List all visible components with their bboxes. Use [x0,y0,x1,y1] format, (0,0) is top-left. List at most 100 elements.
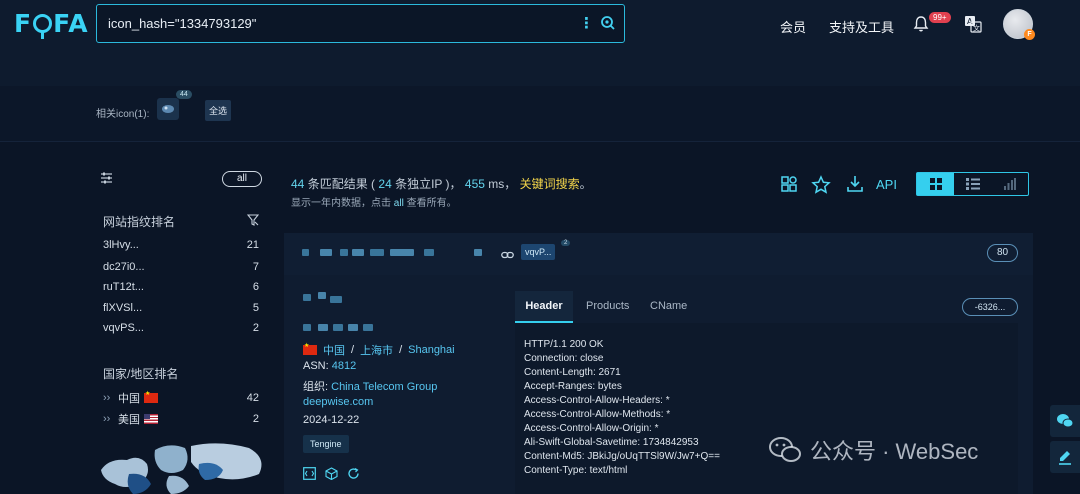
notification-badge: 99+ [929,12,951,23]
fingerprint-count: 5 [252,302,259,314]
result-subtitle: 显示一年内数据，点击 all 查看所有。 [291,194,457,209]
org-link[interactable]: China Telecom Group [331,381,437,393]
world-map[interactable] [99,440,269,494]
fingerprint-tag[interactable]: vqvP... [521,244,556,260]
redacted-host [474,249,482,256]
fofa-logo[interactable]: F FA [14,9,89,39]
detail-tabs: Header Products CName [515,291,1018,323]
country-ranking-title: 国家/地区排名 [103,367,179,381]
redacted-title [348,324,358,331]
data-analysis-icon[interactable] [780,175,798,198]
fingerprint-count: 7 [252,261,259,273]
summary-text-4: 。 [579,177,592,191]
fingerprint-item[interactable]: ruT12t... 6 [103,281,259,293]
fingerprint-item[interactable]: 3lHvy... 21 [103,239,259,251]
expand-chevron-icon[interactable]: ›› [103,392,118,404]
watermark-text: 公众号 · WebSec [810,439,979,464]
redacted-host [390,249,414,256]
redacted-title [333,324,343,331]
result-summary: 44 条匹配结果 ( 24 条独立IP )， 455 ms， 关键词搜索。 [291,175,592,192]
wechat-icon [1057,414,1074,428]
link-icon[interactable] [501,247,514,265]
list-view-button[interactable] [954,173,991,195]
avatar-badge: F [1024,29,1035,40]
fingerprint-name: flXVSl... [103,302,143,314]
port-badge[interactable]: 80 [987,244,1018,262]
asn-link[interactable]: 4812 [332,360,356,372]
country-link[interactable]: 中国 [323,342,345,358]
country-item-china[interactable]: ›› 中国 42 [103,390,259,406]
country-count: 2 [252,413,259,425]
all-filter-pill[interactable]: all [222,171,262,187]
refresh-icon[interactable] [347,467,360,485]
summary-text-3: ms， [488,177,517,191]
tab-cname[interactable]: CName [650,291,687,323]
result-card-header: vqvP... 2 80 [284,233,1033,275]
card-action-icons [303,467,360,485]
domain-link[interactable]: deepwise.com [303,396,373,408]
china-flag-icon [303,342,317,355]
search-icon[interactable] [600,15,616,36]
feedback-float-button[interactable] [1050,441,1080,473]
view-all-link[interactable]: all [394,198,404,209]
view-mode-toggle[interactable] [916,172,1029,196]
clear-filter-icon[interactable] [246,213,260,231]
tab-products[interactable]: Products [586,291,629,323]
search-box[interactable]: ⋮ [96,4,625,43]
fingerprint-item[interactable]: dc27i0... 7 [103,261,259,273]
fingerprint-item[interactable]: vqvPS... 2 [103,322,259,334]
server-tag[interactable]: Tengine [303,435,349,453]
select-all-button[interactable]: 全选 [205,100,232,121]
redacted-host [302,249,309,256]
subtitle-prefix: 显示一年内数据，点击 [291,198,391,209]
redacted-host [370,249,384,256]
http-header-panel: HTTP/1.1 200 OK Connection: close Conten… [515,323,1018,494]
nav-membership[interactable]: 会员 [780,17,806,36]
fingerprint-name: ruT12t... [103,281,144,293]
http-line: Connection: close [524,353,604,364]
api-button[interactable]: API [876,177,897,192]
redacted-ip [318,292,326,299]
unique-ip-count: 24 [378,177,392,191]
bell-icon[interactable] [913,15,929,38]
grid-view-button[interactable] [917,173,954,195]
redacted-host [320,249,332,256]
fingerprint-name: dc27i0... [103,261,145,273]
icon-hash-pill[interactable]: -6326... [962,298,1018,316]
nav-support-tools[interactable]: 支持及工具 [829,17,894,36]
fingerprint-item[interactable]: flXVSl... 5 [103,302,259,314]
download-icon[interactable] [846,175,864,198]
fingerprint-count: 6 [252,281,259,293]
summary-text-2: 条独立IP )， [395,177,462,191]
http-line: Access-Control-Allow-Methods: * [524,409,671,420]
wechat-float-button[interactable] [1050,405,1080,437]
region-link[interactable]: 上海市 [360,342,393,358]
redacted-ip [330,296,342,303]
fingerprint-name: 3lHvy... [103,239,139,251]
redacted-title [363,324,373,331]
tab-header[interactable]: Header [515,291,573,323]
country-name: 美国 [118,414,140,426]
keyword-search-link[interactable]: 关键词搜索 [520,177,580,191]
expand-chevron-icon[interactable]: ›› [103,413,118,425]
grid-icon [929,178,942,190]
wechat-watermark: 公众号 · WebSec [768,434,978,466]
domain-line: deepwise.com [303,396,373,408]
city-link[interactable]: Shanghai [408,344,455,356]
fingerprint-name: vqvPS... [103,322,144,334]
more-vertical-icon[interactable]: ⋮ [579,14,594,34]
filter-settings-icon[interactable] [100,171,113,189]
cube-icon[interactable] [325,467,338,485]
location-line: 中国 / 上海市 / Shanghai [303,342,455,358]
translate-icon[interactable]: A文 [964,15,982,38]
search-input[interactable] [108,16,568,31]
country-item-usa[interactable]: ›› 美国 2 [103,411,259,427]
related-favicon-thumbnail[interactable] [157,98,179,120]
chart-view-button[interactable] [991,173,1028,195]
code-icon[interactable] [303,467,316,485]
redacted-host [424,249,434,256]
star-icon[interactable] [811,175,831,200]
fingerprint-count: 21 [246,239,259,251]
country-name: 中国 [118,393,140,405]
http-line: Accept-Ranges: bytes [524,381,622,392]
